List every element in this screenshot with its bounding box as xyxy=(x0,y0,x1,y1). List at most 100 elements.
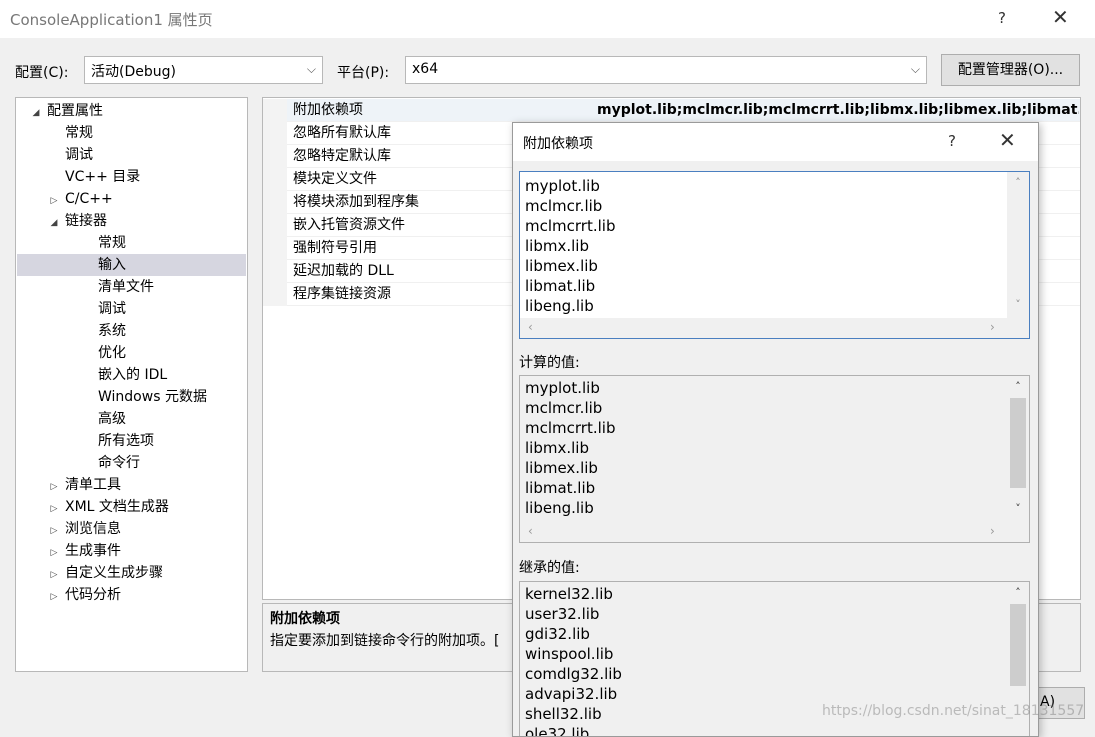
tree-node-label: Windows 元数据 xyxy=(98,389,207,405)
tree-node-label: 输入 xyxy=(98,257,126,273)
row-gutter xyxy=(263,214,287,237)
collapsed-triangle-icon[interactable]: ▷ xyxy=(47,498,61,520)
tree-node-label: 自定义生成步骤 xyxy=(65,565,163,581)
chevron-down-icon: ⌵ xyxy=(306,62,316,76)
scroll-up-icon[interactable]: ˄ xyxy=(1007,380,1029,393)
tree-node-label: 配置属性 xyxy=(47,103,103,119)
property-value[interactable]: myplot.lib;mclmcr.lib;mclmcrrt.lib;libmx… xyxy=(597,99,1079,122)
config-select[interactable]: 活动(Debug) ⌵ xyxy=(84,56,323,84)
tree-node[interactable]: VC++ 目录 xyxy=(17,166,246,188)
tree-node-label: 常规 xyxy=(65,125,93,141)
scroll-down-icon[interactable]: ˅ xyxy=(1007,298,1029,311)
collapsed-triangle-icon[interactable]: ▷ xyxy=(47,476,61,498)
scroll-left-icon[interactable]: ‹ xyxy=(528,320,533,334)
property-name: 程序集链接资源 xyxy=(293,286,391,302)
tree-node[interactable]: 调试 xyxy=(17,144,246,166)
tree-node[interactable]: 高级 xyxy=(17,408,246,430)
collapsed-triangle-icon[interactable]: ▷ xyxy=(47,190,61,212)
expanded-triangle-icon[interactable]: ◢ xyxy=(47,212,61,234)
property-name: 忽略所有默认库 xyxy=(293,125,391,141)
expanded-triangle-icon[interactable]: ◢ xyxy=(29,102,43,124)
tree-node-label: 命令行 xyxy=(98,455,140,471)
tree-node-label: 清单文件 xyxy=(98,279,154,295)
tree-node-label: 代码分析 xyxy=(65,587,121,603)
tree-node-label: VC++ 目录 xyxy=(65,169,141,185)
property-name: 忽略特定默认库 xyxy=(293,148,391,164)
platform-select-value: x64 xyxy=(412,61,439,77)
edit-vertical-scrollbar[interactable]: ˄ ˅ xyxy=(1007,172,1029,318)
property-row[interactable]: 附加依赖项 myplot.lib;mclmcr.lib;mclmcrrt.lib;… xyxy=(263,99,1080,122)
platform-select[interactable]: x64 ⌵ xyxy=(405,56,927,84)
scroll-down-icon[interactable]: ˅ xyxy=(1007,502,1029,515)
scroll-up-icon[interactable]: ˄ xyxy=(1007,586,1029,599)
row-gutter xyxy=(263,145,287,168)
platform-label: 平台(P): xyxy=(337,65,390,81)
tree-node[interactable]: ▷ XML 文档生成器 xyxy=(17,496,246,518)
tree-node[interactable]: 系统 xyxy=(17,320,246,342)
dialog-close-icon[interactable]: ✕ xyxy=(999,128,1016,152)
list-line: user32.lib xyxy=(525,605,600,623)
close-icon[interactable]: ✕ xyxy=(1052,5,1069,29)
scroll-up-icon[interactable]: ˄ xyxy=(1007,176,1029,189)
tree-node[interactable]: 所有选项 xyxy=(17,430,246,452)
config-manager-button[interactable]: 配置管理器(O)... xyxy=(941,54,1080,86)
tree-node[interactable]: ◢ 配置属性 xyxy=(17,100,246,122)
tree-node[interactable]: ▷ 清单工具 xyxy=(17,474,246,496)
tree-node[interactable]: 调试 xyxy=(17,298,246,320)
config-select-value: 活动(Debug) xyxy=(91,64,176,80)
scroll-left-icon[interactable]: ‹ xyxy=(528,524,533,538)
help-button[interactable]: ? xyxy=(998,9,1006,27)
computed-horizontal-scrollbar[interactable]: ‹ › xyxy=(520,522,1029,542)
scroll-thumb[interactable] xyxy=(1010,398,1026,488)
tree-node-label: 调试 xyxy=(65,147,93,163)
tree-node[interactable]: 嵌入的 IDL xyxy=(17,364,246,386)
list-line: winspool.lib xyxy=(525,645,614,663)
computed-values-list[interactable]: myplot.lib mclmcr.lib mclmcrrt.lib libmx.li… xyxy=(519,375,1030,543)
tree-node[interactable]: 清单文件 xyxy=(17,276,246,298)
tree-node[interactable]: ▷ 代码分析 xyxy=(17,584,246,606)
list-line: gdi32.lib xyxy=(525,625,590,643)
computed-vertical-scrollbar[interactable]: ˄ ˅ xyxy=(1007,376,1029,522)
tree-node[interactable]: 常规 xyxy=(17,232,246,254)
collapsed-triangle-icon[interactable]: ▷ xyxy=(47,586,61,608)
tree-node[interactable]: 输入 xyxy=(17,254,246,276)
tree-node[interactable]: 命令行 xyxy=(17,452,246,474)
watermark: https://blog.csdn.net/sinat_18131557 xyxy=(822,703,1085,719)
window-title: ConsoleApplication1 属性页 xyxy=(10,11,213,29)
tree-node-label: 浏览信息 xyxy=(65,521,121,537)
scroll-right-icon[interactable]: › xyxy=(990,320,995,334)
tree-node-label: XML 文档生成器 xyxy=(65,499,169,515)
tree-node-label: 清单工具 xyxy=(65,477,121,493)
tree-node[interactable]: ▷ 生成事件 xyxy=(17,540,246,562)
edit-horizontal-scrollbar[interactable]: ‹ › xyxy=(520,318,1029,338)
list-line: myplot.lib xyxy=(525,379,600,397)
row-gutter xyxy=(263,168,287,191)
tree-node-label: 链接器 xyxy=(65,213,107,229)
tree-node[interactable]: 优化 xyxy=(17,342,246,364)
dialog-help-button[interactable]: ? xyxy=(948,132,956,150)
tree-node[interactable]: Windows 元数据 xyxy=(17,386,246,408)
description-text: 指定要添加到链接命令行的附加项。[ xyxy=(270,633,500,649)
list-line: libmat.lib xyxy=(525,479,596,497)
property-name: 将模块添加到程序集 xyxy=(293,194,419,210)
tree-node[interactable]: ▷ C/C++ xyxy=(17,188,246,210)
description-title: 附加依赖项 xyxy=(270,611,340,627)
list-line: kernel32.lib xyxy=(525,585,613,603)
scroll-right-icon[interactable]: › xyxy=(990,524,995,538)
scroll-thumb[interactable] xyxy=(1010,604,1026,686)
tree-node[interactable]: ◢ 链接器 xyxy=(17,210,246,232)
list-line: shell32.lib xyxy=(525,705,602,723)
property-name: 强制符号引用 xyxy=(293,240,377,256)
row-gutter xyxy=(263,122,287,145)
collapsed-triangle-icon[interactable]: ▷ xyxy=(47,520,61,542)
property-name: 模块定义文件 xyxy=(293,171,377,187)
collapsed-triangle-icon[interactable]: ▷ xyxy=(47,542,61,564)
collapsed-triangle-icon[interactable]: ▷ xyxy=(47,564,61,586)
tree-node[interactable]: ▷ 自定义生成步骤 xyxy=(17,562,246,584)
list-line: libeng.lib xyxy=(525,499,594,517)
tree-node[interactable]: 常规 xyxy=(17,122,246,144)
list-line: libmex.lib xyxy=(525,459,598,477)
list-line: advapi32.lib xyxy=(525,685,618,703)
dependencies-edit-box[interactable]: myplot.lib mclmcr.lib mclmcrrt.lib libmx.li… xyxy=(519,171,1030,339)
tree-node[interactable]: ▷ 浏览信息 xyxy=(17,518,246,540)
